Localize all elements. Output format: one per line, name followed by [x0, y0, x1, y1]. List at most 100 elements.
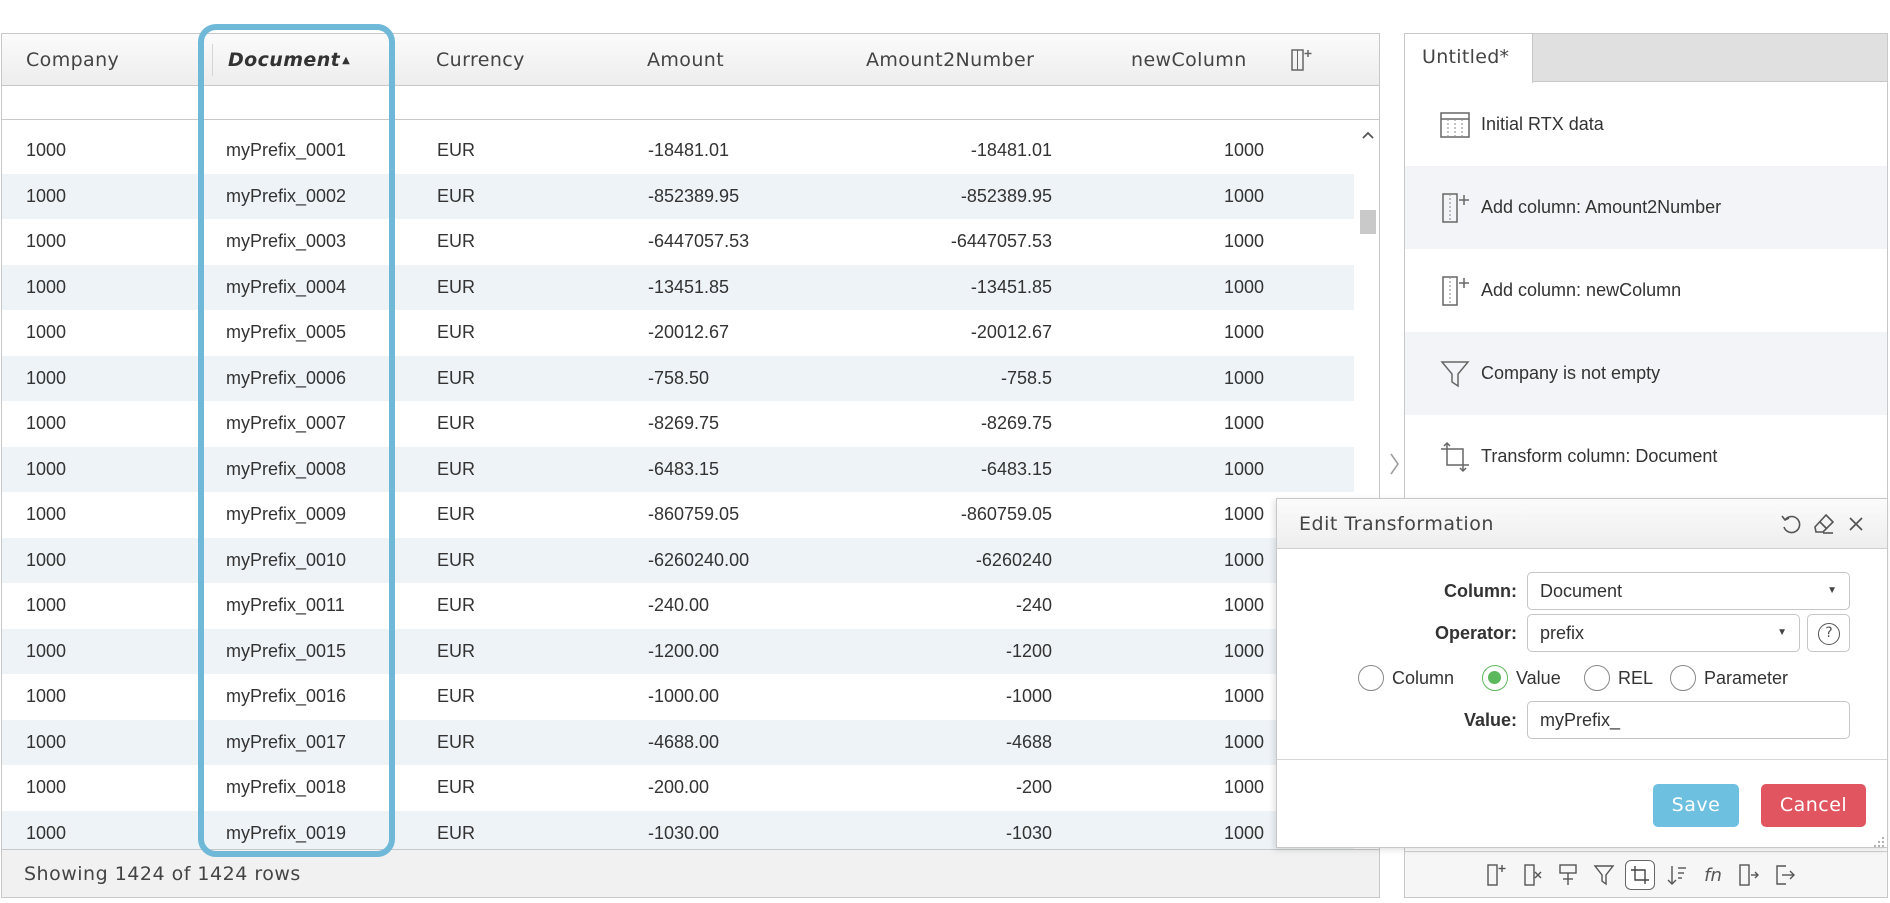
- scroll-thumb[interactable]: [1360, 210, 1376, 234]
- column-header-newcolumn[interactable]: newColumn: [1131, 34, 1247, 86]
- caret-down-icon: ▼: [1777, 627, 1787, 638]
- column-header-amount2number[interactable]: Amount2Number: [866, 34, 1034, 86]
- table-row[interactable]: 1000 myPrefix_0006 EUR -758.50 -758.5 1000: [2, 355, 1354, 401]
- table-row[interactable]: 1000 myPrefix_0011 EUR -240.00 -240 1000: [2, 583, 1354, 629]
- cell-newcolumn: 1000: [1223, 322, 1264, 342]
- table-row[interactable]: 1000 myPrefix_0003 EUR -6447057.53 -6447057.…: [2, 219, 1354, 265]
- radio-circle: [1358, 665, 1384, 691]
- filter-icon[interactable]: [1589, 860, 1619, 890]
- add-column-icon[interactable]: [1482, 860, 1512, 890]
- table-row[interactable]: 1000 myPrefix_0001 EUR -18481.01 -18481.01 10…: [2, 128, 1354, 174]
- export-icon[interactable]: [1770, 860, 1800, 890]
- resize-grip-icon[interactable]: [1873, 833, 1885, 847]
- add-column-icon: [1439, 192, 1471, 224]
- column-header-amount[interactable]: Amount: [647, 34, 724, 86]
- close-icon[interactable]: [1844, 512, 1868, 536]
- cell-newcolumn: 1000: [1223, 367, 1264, 388]
- grid-body: 1000 myPrefix_0001 EUR -18481.01 -18481.01 10…: [2, 128, 1354, 883]
- eraser-icon[interactable]: [1812, 512, 1836, 536]
- sort-icon[interactable]: [1662, 860, 1692, 890]
- table-row[interactable]: 1000 myPrefix_0018 EUR -200.00 -200 1000: [2, 765, 1354, 811]
- cell-newcolumn: 1000: [1223, 640, 1264, 661]
- step-label: Transform column: Document: [1481, 446, 1718, 466]
- add-column-icon[interactable]: [1289, 47, 1315, 73]
- column-header-document[interactable]: Document ▲: [228, 34, 350, 86]
- table-row[interactable]: 1000 myPrefix_0005 EUR -20012.67 -20012.67 10…: [2, 310, 1354, 356]
- table-row[interactable]: 1000 myPrefix_0017 EUR -4688.00 -4688 1000: [2, 719, 1354, 765]
- table-row[interactable]: 1000 myPrefix_0004 EUR -13451.85 -13451.85 10…: [2, 264, 1354, 310]
- operator-select-value: prefix: [1540, 623, 1585, 643]
- step-add-column-amount2number[interactable]: Add column: Amount2Number: [1405, 166, 1887, 249]
- cell-newcolumn: 1000: [1223, 231, 1264, 251]
- column-field-label: Column:: [1444, 581, 1517, 601]
- radio-label: Value: [1516, 668, 1561, 688]
- column-divider[interactable]: [212, 44, 213, 76]
- cell-newcolumn: 1000: [1223, 504, 1264, 524]
- cell-newcolumn: 1000: [1223, 549, 1264, 570]
- table-row[interactable]: 1000 myPrefix_0007 EUR -8269.75 -8269.75 1000: [2, 401, 1354, 447]
- help-button[interactable]: ?: [1807, 614, 1850, 652]
- filter-row[interactable]: [2, 86, 1379, 120]
- cell-newcolumn: 1000: [1223, 731, 1264, 752]
- radio-circle: [1584, 665, 1610, 691]
- radio-label: Parameter: [1704, 668, 1789, 688]
- column-select-value: Document: [1540, 581, 1623, 601]
- step-add-column-newcolumn[interactable]: Add column: newColumn: [1405, 249, 1887, 332]
- sort-ascending-icon: ▲: [342, 55, 351, 66]
- cell-newcolumn: 1000: [1223, 276, 1264, 297]
- column-divider[interactable]: [389, 44, 390, 76]
- grid-footer: Showing 1424 of 1424 rows: [2, 849, 1379, 897]
- scroll-up-arrow-icon[interactable]: [1357, 128, 1379, 148]
- tab-bar: Untitled*: [1405, 34, 1887, 83]
- table-icon: [1439, 109, 1471, 141]
- step-label: Initial RTX data: [1481, 114, 1604, 134]
- cancel-button[interactable]: Cancel: [1761, 784, 1866, 827]
- radio-label: Column: [1392, 668, 1455, 688]
- table-row[interactable]: 1000 myPrefix_0008 EUR -6483.15 -6483.15 1000: [2, 446, 1354, 492]
- step-initial-data[interactable]: Initial RTX data: [1405, 83, 1887, 166]
- tab-untitled[interactable]: Untitled*: [1405, 34, 1533, 83]
- transform-icon[interactable]: [1625, 860, 1655, 890]
- collapse-panel-arrow-icon[interactable]: [1384, 450, 1404, 480]
- radio-label: REL: [1618, 668, 1654, 688]
- edit-transformation-dialog: Edit Transformation Column: Document ▼ O…: [1276, 498, 1888, 848]
- table-row[interactable]: 1000 myPrefix_0015 EUR -1200.00 -1200 1000: [2, 628, 1354, 674]
- table-row[interactable]: 1000 myPrefix_0016 EUR -1000.00 -1000 1000: [2, 674, 1354, 720]
- cell-newcolumn: 1000: [1223, 140, 1264, 160]
- function-icon[interactable]: fn: [1698, 860, 1728, 890]
- column-header-company[interactable]: Company: [26, 34, 119, 86]
- caret-down-icon: ▼: [1827, 585, 1837, 596]
- transform-toolbar: fn: [1405, 851, 1887, 897]
- save-button[interactable]: Save: [1653, 784, 1739, 827]
- step-transform-document[interactable]: Transform column: Document: [1405, 415, 1887, 498]
- dialog-title: Edit Transformation: [1299, 513, 1494, 535]
- dialog-header: Edit Transformation: [1277, 499, 1887, 549]
- help-icon: ?: [1818, 623, 1840, 645]
- step-label: Add column: newColumn: [1481, 280, 1682, 300]
- table-row[interactable]: 1000 myPrefix_0002 EUR -852389.95 -852389.95…: [2, 173, 1354, 219]
- table-row[interactable]: 1000 myPrefix_0009 EUR -860759.05 -860759.05…: [2, 492, 1354, 538]
- remove-column-icon[interactable]: [1517, 860, 1547, 890]
- merge-columns-icon[interactable]: [1553, 860, 1583, 890]
- row-count-status: Showing 1424 of 1424 rows: [24, 863, 301, 885]
- cell-newcolumn: 1000: [1223, 413, 1264, 433]
- split-column-icon[interactable]: [1734, 860, 1764, 890]
- cell-newcolumn: 1000: [1223, 595, 1264, 615]
- step-label: Add column: Amount2Number: [1481, 197, 1722, 217]
- cell-newcolumn: 1000: [1223, 185, 1264, 206]
- column-header-document-label: Document: [228, 49, 341, 71]
- step-label: Company is not empty: [1481, 363, 1661, 383]
- value-input[interactable]: [1540, 710, 1800, 731]
- data-grid: Company Document ▲ Currency Amount Amount…: [1, 33, 1380, 898]
- radio-circle: [1670, 665, 1696, 691]
- cell-newcolumn: 1000: [1223, 458, 1264, 479]
- cell-newcolumn: 1000: [1223, 686, 1264, 706]
- table-row[interactable]: 1000 myPrefix_0010 EUR -6260240.00 -6260240 1…: [2, 537, 1354, 583]
- operator-select[interactable]: prefix ▼: [1527, 614, 1800, 652]
- column-select[interactable]: Document ▼: [1527, 572, 1850, 610]
- column-header-currency[interactable]: Currency: [436, 34, 525, 86]
- reset-icon[interactable]: [1779, 512, 1803, 536]
- radio-circle: [1482, 665, 1508, 691]
- value-field[interactable]: [1527, 701, 1850, 739]
- step-filter-company[interactable]: Company is not empty: [1405, 332, 1887, 415]
